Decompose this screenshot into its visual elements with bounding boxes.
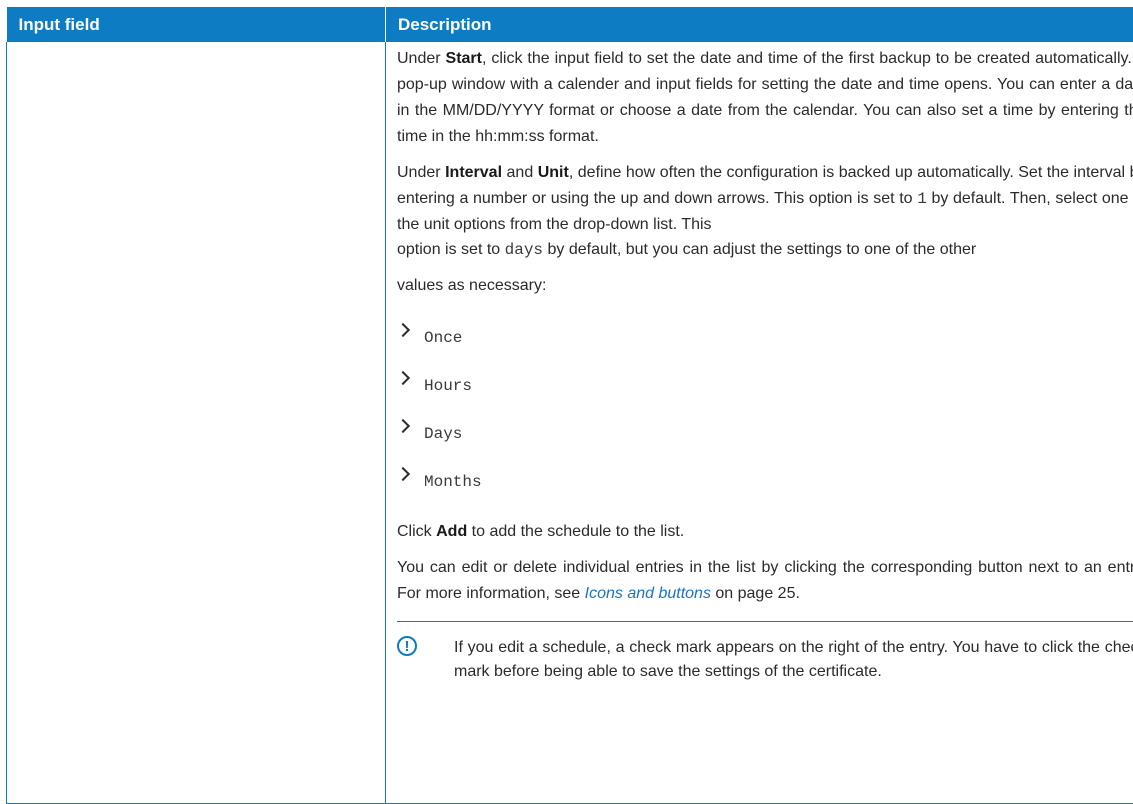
interval-paragraph: Under Interval and Unit, define how ofte…: [397, 160, 1133, 238]
chevron-right-icon: [396, 419, 410, 433]
chevron-right-icon: [396, 323, 410, 337]
interval-term: Interval: [445, 164, 502, 181]
description-cell: Under Start, click the input field to se…: [386, 42, 1133, 804]
default-interval-code: 1: [917, 190, 927, 208]
text: , click the input field to set the date …: [397, 50, 1133, 145]
list-item: Months: [397, 453, 1133, 501]
unit-option: Months: [424, 473, 482, 491]
text: to add the schedule to the list.: [467, 523, 684, 540]
header-description: Description: [386, 7, 1133, 42]
header-input-field: Input field: [7, 7, 386, 42]
add-term: Add: [436, 523, 467, 540]
text: Under: [397, 50, 446, 67]
unit-option: Days: [424, 425, 462, 443]
text: option is set to: [397, 241, 505, 258]
text: and: [502, 164, 538, 181]
table-header-row: Input field Description: [7, 7, 1133, 42]
list-item: Hours: [397, 357, 1133, 405]
table-row: Under Start, click the input field to se…: [7, 42, 1133, 804]
start-paragraph: Under Start, click the input field to se…: [397, 46, 1133, 150]
text: by default, but you can adjust the setti…: [543, 241, 976, 258]
add-paragraph: Click Add to add the schedule to the lis…: [397, 519, 1133, 545]
unit-option: Hours: [424, 377, 472, 395]
input-field-table: Input field Description Under Start, cli…: [6, 7, 1133, 804]
edit-paragraph: You can edit or delete individual entrie…: [397, 555, 1133, 607]
exclamation-icon: !: [397, 636, 417, 656]
chevron-right-icon: [396, 371, 410, 385]
unit-term: Unit: [538, 164, 569, 181]
unit-option: Once: [424, 329, 462, 347]
icons-and-buttons-link[interactable]: Icons and buttons: [585, 585, 711, 602]
note-box: ! If you edit a schedule, a check mark a…: [397, 621, 1133, 684]
text: on page 25.: [711, 585, 800, 602]
list-item: Once: [397, 309, 1133, 357]
text: values as necessary:: [397, 277, 546, 294]
note-text: If you edit a schedule, a check mark app…: [454, 636, 1133, 684]
page-top-margin: [0, 0, 1133, 7]
interval-paragraph-cont: option is set to days by default, but yo…: [397, 232, 1133, 303]
start-term: Start: [446, 50, 482, 67]
text: Click: [397, 523, 436, 540]
chevron-right-icon: [396, 467, 410, 481]
list-item: Days: [397, 405, 1133, 453]
input-field-cell: [7, 42, 386, 804]
unit-options-list: Once Hours Days Months: [397, 309, 1133, 501]
default-unit-code: days: [505, 241, 543, 259]
text: Under: [397, 164, 445, 181]
